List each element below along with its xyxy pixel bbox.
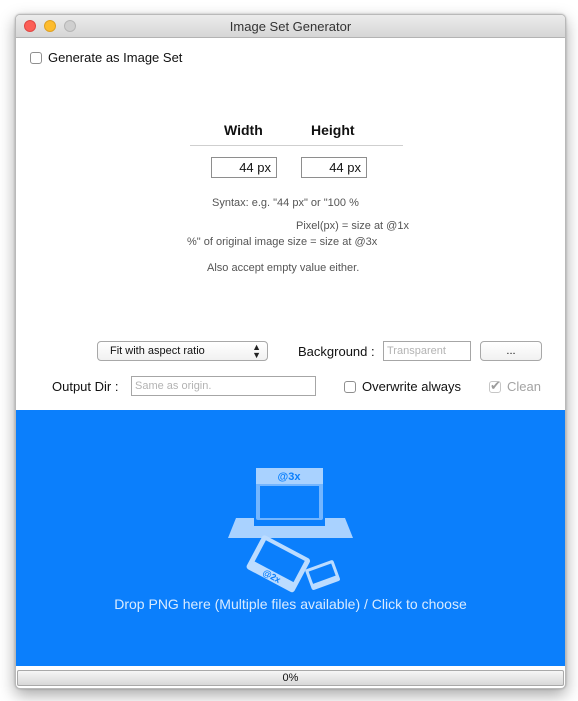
clean-label: Clean <box>507 379 541 394</box>
scale-mode-select[interactable]: Fit with aspect ratio ▲ ▼ <box>97 341 268 361</box>
percent-hint: %" of original image size = size at @3x <box>187 236 378 248</box>
title-bar: Image Set Generator <box>16 15 565 38</box>
browse-background-button[interactable]: ... <box>480 341 542 361</box>
drop-instructions: Drop PNG here (Multiple files available)… <box>114 596 467 612</box>
generate-image-set-checkbox[interactable]: Generate as Image Set <box>30 50 182 65</box>
badge-3x-text: @3x <box>278 471 302 483</box>
checkbox-checked-icon[interactable]: ✔ <box>489 377 501 393</box>
width-input[interactable]: 44 px <box>211 157 277 178</box>
overwrite-always-label: Overwrite always <box>362 379 461 394</box>
syntax-hint: Syntax: e.g. "44 px" or "100 % <box>212 197 359 209</box>
generate-image-set-label: Generate as Image Set <box>48 50 183 65</box>
scale-mode-value: Fit with aspect ratio <box>110 345 205 357</box>
checkbox-icon[interactable] <box>344 380 356 393</box>
clean-checkbox[interactable]: ✔ Clean <box>489 377 541 394</box>
height-header: Height <box>311 122 355 138</box>
png-drop-zone[interactable]: @3x @2x Drop PNG here (Multiple files av… <box>16 410 565 666</box>
progress-bar: 0% <box>17 670 564 686</box>
pixel-hint: Pixel(px) = size at @1x <box>296 220 409 232</box>
overwrite-always-checkbox[interactable]: Overwrite always <box>344 379 461 394</box>
background-color-field[interactable]: Transparent <box>383 341 471 361</box>
height-input[interactable]: 44 px <box>301 157 367 178</box>
output-dir-label: Output Dir : <box>52 379 119 394</box>
updown-chevron-icon: ▲ ▼ <box>252 342 261 360</box>
main-content: Generate as Image Set Width Height 44 px… <box>16 38 565 688</box>
output-dir-field[interactable]: Same as origin. <box>131 376 316 396</box>
background-label: Background : <box>298 344 375 359</box>
checkbox-icon[interactable] <box>30 51 42 64</box>
empty-value-hint: Also accept empty value either. <box>207 262 360 274</box>
header-divider <box>190 145 403 146</box>
checkmark-icon: ✔ <box>490 377 501 393</box>
image-set-tray-icon: @3x @2x <box>228 468 353 593</box>
width-header: Width <box>224 122 263 138</box>
app-window: Image Set Generator Generate as Image Se… <box>15 14 566 689</box>
window-title: Image Set Generator <box>229 19 352 34</box>
